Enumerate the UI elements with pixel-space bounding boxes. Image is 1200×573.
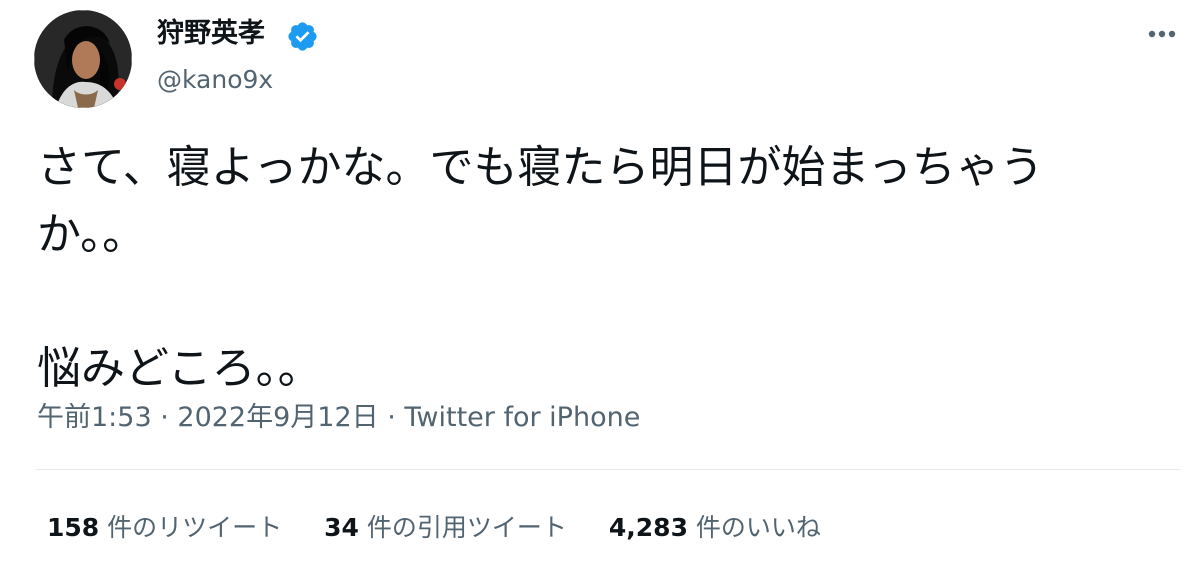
quotes-count: 34: [324, 513, 359, 542]
quotes-stat[interactable]: 34 件の引用ツイート: [324, 508, 567, 548]
tweet-stats: 158 件のリツイート 34 件の引用ツイート 4,283 件のいいね: [47, 508, 821, 548]
user-handle[interactable]: @kano9x: [157, 60, 273, 100]
user-avatar[interactable]: [34, 10, 132, 108]
tweet-date[interactable]: 2022年9月12日: [177, 402, 378, 433]
meta-separator: ·: [378, 402, 405, 433]
display-name[interactable]: 狩野英孝: [157, 14, 265, 54]
tweet-text: さて、寝よっかな。でも寝たら明日が始まっちゃう か。。 悩みどころ。。: [37, 142, 1044, 394]
tweet-time[interactable]: 午前1:53: [37, 402, 152, 433]
meta-separator: ·: [151, 402, 178, 433]
divider: [35, 469, 1181, 470]
verified-badge-icon: [288, 22, 317, 51]
tweet-source[interactable]: Twitter for iPhone: [404, 402, 640, 433]
quotes-label: 件の引用ツイート: [358, 513, 567, 542]
user-avatar-photo-icon: [34, 10, 132, 108]
retweets-count: 158: [47, 513, 100, 542]
likes-stat[interactable]: 4,283 件のいいね: [609, 508, 821, 548]
tweet-card: 狩野英孝 @kano9x さて、寝よっかな。でも寝たら明日が始まっちゃう か。。…: [0, 0, 1200, 573]
likes-label: 件のいいね: [687, 513, 821, 542]
likes-count: 4,283: [608, 513, 688, 542]
retweets-stat[interactable]: 158 件のリツイート: [47, 508, 282, 548]
tweet-metadata: 午前1:53 · 2022年9月12日 · Twitter for iPhone: [37, 398, 640, 438]
more-options-button[interactable]: [1140, 14, 1184, 54]
more-options-icon: [1148, 30, 1176, 38]
retweets-label: 件のリツイート: [99, 513, 283, 542]
